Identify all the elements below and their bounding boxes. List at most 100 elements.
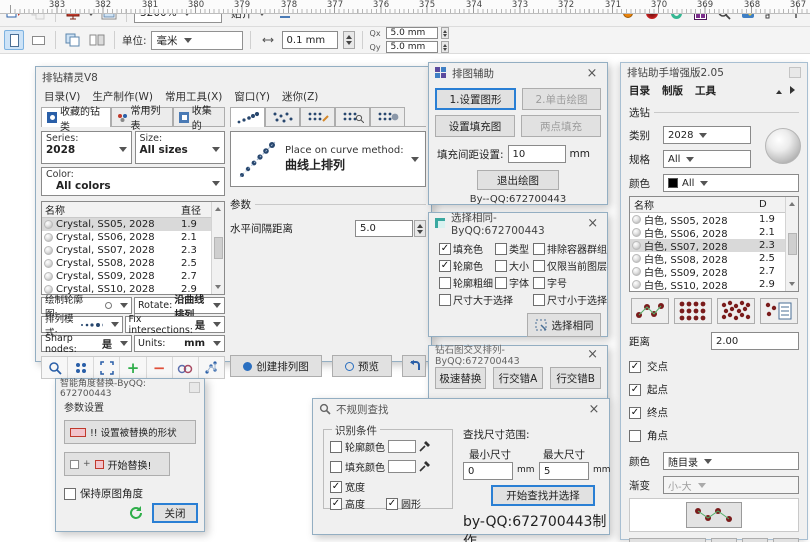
fill-dots-mode-button[interactable] — [716, 298, 755, 324]
tab-scatter-arrange[interactable] — [265, 107, 300, 126]
table-row[interactable]: Crystal, SS09, 2028 2.7 — [42, 270, 211, 283]
table-header[interactable]: 名称 直径 — [42, 202, 211, 218]
checkbox[interactable] — [330, 480, 342, 493]
duplicate-x-field[interactable]: 5.0 mm — [385, 27, 438, 39]
landscape-page-button[interactable] — [28, 30, 48, 50]
min-size-field[interactable]: 0 — [463, 462, 513, 480]
check-size[interactable]: 大小 — [495, 258, 529, 273]
menu-item-production[interactable]: 生产制作(W) — [92, 89, 153, 103]
menu-item-plate[interactable]: 制版 — [662, 83, 683, 98]
checkbox[interactable] — [64, 487, 76, 500]
unit-combo[interactable]: 毫米 — [150, 30, 243, 50]
duplicate-y-field[interactable]: 5.0 mm — [385, 41, 438, 53]
scrollbar-thumb[interactable] — [787, 233, 797, 255]
tab-collected[interactable]: 收集的 — [172, 106, 225, 132]
spec-combo[interactable]: All — [663, 150, 751, 168]
two-point-fill-button[interactable]: 两点填充 — [521, 115, 601, 137]
inlay-mold-button[interactable]: 镶钻刻模 — [629, 538, 706, 542]
eyedropper-icon[interactable] — [419, 441, 430, 452]
window-titlebar[interactable]: 钻石图交叉排列-ByQQ:672700443 × — [429, 345, 607, 367]
table-row[interactable]: 白色, SS10, 2028 2.9 — [630, 278, 785, 291]
check-outline-color[interactable]: 轮廓色 — [439, 258, 483, 273]
curve-dots-mode-button[interactable] — [630, 298, 669, 324]
grid-dots-mode-button[interactable] — [673, 298, 712, 324]
checkbox[interactable] — [629, 406, 641, 419]
refresh-icon[interactable] — [128, 506, 144, 520]
checkbox[interactable] — [629, 383, 641, 396]
outline-color-field[interactable] — [388, 440, 416, 453]
fix-intersections-combo[interactable]: Fix intersections: 是 — [124, 314, 225, 336]
red-dot-button[interactable] — [711, 538, 737, 542]
check-circle[interactable]: 圆形 — [386, 496, 421, 511]
checkbox[interactable] — [533, 276, 545, 289]
close-icon[interactable]: × — [585, 401, 603, 417]
click-draw-button[interactable]: 2.单击绘图 — [522, 88, 601, 110]
tab-grid-find-arrange[interactable] — [335, 107, 370, 126]
tab-grid-edit-arrange[interactable] — [300, 107, 335, 126]
close-icon[interactable]: × — [584, 347, 601, 363]
panel-menu-box[interactable] — [789, 66, 801, 78]
fill-color-field[interactable] — [388, 460, 416, 473]
collapse-icon[interactable] — [776, 87, 782, 94]
select-same-button[interactable]: 选择相同 — [527, 313, 601, 337]
check-start-point[interactable]: 起点 — [621, 382, 807, 397]
checkbox[interactable] — [533, 293, 545, 306]
checkbox[interactable] — [495, 259, 507, 272]
rotate-combo[interactable]: Rotate: 沿曲线排列 — [134, 295, 225, 321]
row-stagger-b-button[interactable]: 行交错B — [550, 367, 602, 389]
series-combo[interactable]: Series: 2028 — [41, 131, 132, 164]
duplicate-x-spinner[interactable] — [440, 27, 449, 39]
sharp-nodes-combo[interactable]: Sharp nodes: 是 — [41, 333, 132, 355]
checkbox[interactable] — [533, 259, 545, 272]
set-shape-button[interactable]: 1.设置图形 — [435, 88, 516, 110]
distance-field[interactable]: 2.00 — [711, 332, 799, 350]
create-arrangement-button[interactable]: 创建排列图 — [230, 355, 322, 377]
arrange-mode-combo[interactable]: 排列模式: — [41, 314, 123, 339]
size-combo[interactable]: Size: All sizes — [134, 131, 225, 164]
table-scrollbar[interactable] — [785, 197, 798, 291]
close-icon[interactable]: × — [583, 65, 601, 81]
warning-button[interactable]: ! — [773, 538, 799, 542]
preview-button[interactable]: 预览 — [332, 355, 392, 377]
spacing-spinner[interactable] — [414, 220, 426, 237]
menu-item-window[interactable]: 窗口(Y) — [234, 89, 270, 103]
checkbox[interactable] — [330, 497, 342, 510]
tab-curve-arrange[interactable] — [230, 107, 265, 127]
menu-item-mini[interactable]: 迷你(Z) — [282, 89, 318, 103]
window-titlebar[interactable]: 智能角度替换-ByQQ: 672700443 — [56, 379, 204, 399]
gradient-combo[interactable]: 小-大 — [663, 476, 799, 494]
tab-favorite-drills[interactable]: 收藏的钻类 — [41, 107, 112, 133]
place-method-combo[interactable]: Place on curve method: 曲线上排列 — [230, 131, 426, 187]
checkbox[interactable] — [495, 276, 507, 289]
undo-button[interactable] — [402, 355, 426, 377]
check-fill-color[interactable]: 填充颜色 — [330, 459, 430, 474]
scatter-button[interactable] — [199, 357, 224, 378]
table-row[interactable]: Crystal, SS07, 2028 2.3 — [42, 244, 211, 257]
portrait-page-button[interactable] — [4, 30, 24, 50]
ruler-horizontal[interactable]: 383 382 381 380 379 378 377 376 375 374 … — [0, 0, 810, 14]
check-keep-angle[interactable]: 保持原图角度 — [64, 486, 196, 501]
max-size-field[interactable]: 5 — [539, 462, 589, 480]
check-height[interactable]: 高度 — [330, 496, 365, 511]
check-end-point[interactable]: 终点 — [621, 405, 807, 420]
check-font[interactable]: 字体 — [495, 275, 529, 290]
checkbox[interactable] — [495, 242, 507, 255]
check-corner-point[interactable]: 角点 — [621, 428, 807, 443]
dot-color-combo[interactable]: 随目录 — [663, 452, 799, 470]
check-width[interactable]: 宽度 — [330, 479, 365, 494]
check-current-layer[interactable]: 仅限当前图层 — [533, 258, 607, 273]
tab-common-list[interactable]: 常用列表 — [111, 106, 173, 132]
start-find-button[interactable]: 开始查找并选择 — [491, 485, 595, 506]
checkbox[interactable] — [439, 242, 451, 255]
window-titlebar[interactable]: 选择相同-ByQQ:672700443 × — [429, 212, 607, 237]
start-replace-button[interactable]: + 开始替换! — [64, 452, 170, 476]
check-larger-than[interactable]: 尺寸大于选择 — [439, 292, 513, 307]
close-button[interactable]: 关闭 — [152, 503, 198, 523]
checkbox[interactable] — [439, 259, 451, 272]
close-icon[interactable] — [189, 381, 200, 393]
spacing-field[interactable]: 5.0 — [355, 220, 413, 237]
set-fill-button[interactable]: 设置填充图 — [435, 115, 515, 137]
fill-spacing-field[interactable]: 10 — [507, 145, 566, 163]
scroll-down-icon[interactable] — [789, 282, 795, 289]
scroll-down-icon[interactable] — [215, 285, 221, 292]
